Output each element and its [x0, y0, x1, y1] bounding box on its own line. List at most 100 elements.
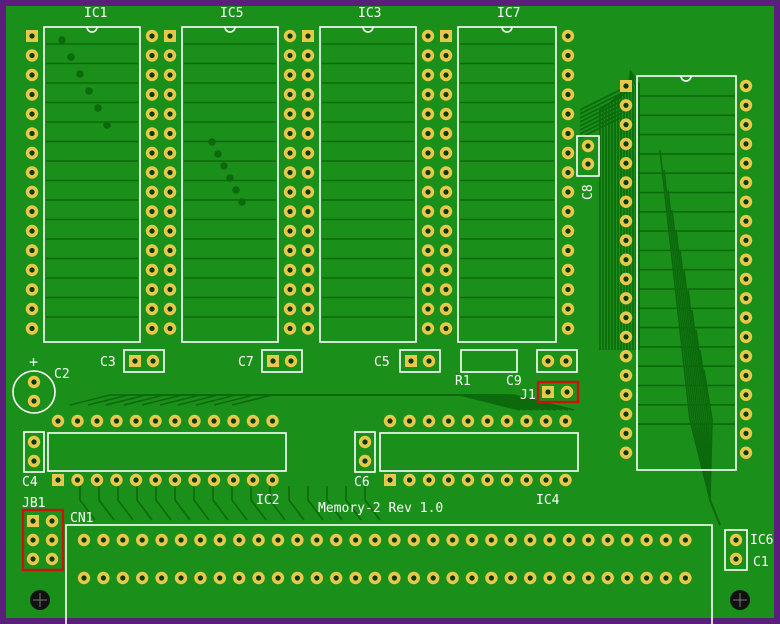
pad-hole: [743, 450, 749, 456]
pad-hole: [443, 247, 449, 254]
via: [103, 121, 111, 129]
label-ic1: IC1: [84, 6, 107, 21]
pad-hole: [543, 418, 549, 424]
pad-hole: [149, 306, 155, 312]
pad-hole: [197, 575, 203, 581]
pad-hole: [623, 160, 629, 166]
pad-hole: [287, 130, 293, 137]
label-ic5: IC5: [220, 6, 243, 21]
pad-hole: [149, 52, 155, 59]
pad-hole: [30, 537, 36, 543]
pad-hole: [443, 208, 449, 215]
pad-hole: [733, 556, 739, 562]
pad-hole: [565, 247, 571, 254]
pad-hole: [167, 267, 173, 273]
pad-hole: [29, 228, 35, 234]
pad-hole: [605, 537, 611, 543]
via: [220, 162, 228, 170]
pad-hole: [149, 91, 155, 98]
pad-hole: [545, 389, 551, 395]
pad-hole: [565, 286, 571, 293]
pad-hole: [29, 33, 35, 39]
pad-hole: [287, 286, 293, 293]
pad-hole: [623, 257, 629, 263]
pad-hole: [743, 315, 749, 321]
pad-hole: [353, 537, 359, 543]
pad-hole: [287, 150, 293, 156]
pad-hole: [743, 199, 749, 205]
via: [226, 174, 234, 182]
pad-hole: [167, 208, 173, 215]
pad-hole: [230, 418, 237, 424]
pad-hole: [624, 575, 630, 581]
pad-hole: [94, 418, 100, 424]
label-c2: C2: [54, 367, 70, 382]
pad-hole: [287, 52, 293, 59]
pad-hole: [250, 477, 256, 483]
pad-hole: [149, 286, 155, 293]
pad-hole: [31, 458, 37, 464]
pad-hole: [150, 358, 156, 364]
pad-hole: [445, 418, 452, 424]
pad-hole: [508, 575, 514, 581]
label-ic7: IC7: [497, 6, 520, 21]
pad-hole: [623, 237, 629, 243]
pad-hole: [585, 161, 591, 167]
pad-hole: [743, 353, 749, 359]
label-ic6: IC6: [750, 533, 773, 548]
pad-hole: [504, 418, 510, 424]
pad-hole: [408, 358, 414, 364]
pad-hole: [353, 575, 359, 581]
pad-hole: [287, 33, 293, 39]
pad-hole: [425, 91, 431, 98]
pad-hole: [29, 306, 35, 312]
pad-hole: [443, 72, 449, 78]
pad-hole: [682, 537, 689, 543]
pad-hole: [430, 575, 436, 581]
pad-hole: [167, 33, 173, 39]
pad-hole: [565, 325, 571, 332]
via: [238, 198, 246, 206]
pad-hole: [132, 358, 138, 364]
pad-hole: [644, 575, 650, 581]
pad-hole: [623, 102, 629, 108]
label-ic3: IC3: [358, 6, 381, 21]
pad-hole: [426, 358, 432, 364]
pad-hole: [565, 130, 571, 137]
pad-hole: [565, 72, 571, 78]
pad-hole: [743, 372, 749, 379]
pad-hole: [623, 179, 629, 186]
pad-hole: [450, 575, 456, 581]
pad-hole: [133, 418, 139, 424]
pad-hole: [120, 537, 126, 543]
pad-hole: [426, 418, 432, 424]
pad-hole: [178, 537, 184, 543]
pad-hole: [230, 477, 237, 483]
pad-hole: [547, 537, 553, 543]
pad-hole: [256, 537, 262, 543]
pad-hole: [425, 286, 431, 293]
pad-hole: [211, 477, 217, 483]
pad-hole: [94, 477, 100, 483]
pad-hole: [149, 267, 155, 273]
pad-hole: [443, 306, 449, 312]
pad-hole: [484, 477, 491, 483]
pad-hole: [139, 537, 145, 543]
pad-hole: [149, 111, 155, 117]
pad-hole: [55, 477, 61, 483]
pad-hole: [443, 91, 449, 98]
pad-hole: [623, 122, 629, 128]
pad-hole: [167, 189, 173, 195]
pad-hole: [74, 418, 81, 424]
pad-hole: [55, 418, 61, 424]
pad-hole: [391, 575, 397, 581]
pad-hole: [287, 325, 293, 332]
pad-hole: [288, 358, 294, 364]
pad-hole: [305, 33, 311, 39]
pad-hole: [743, 257, 749, 263]
label-ic2: IC2: [256, 493, 279, 508]
pad-hole: [29, 267, 35, 273]
pad-hole: [450, 537, 456, 543]
pad-hole: [425, 150, 431, 156]
pad-hole: [29, 111, 35, 117]
